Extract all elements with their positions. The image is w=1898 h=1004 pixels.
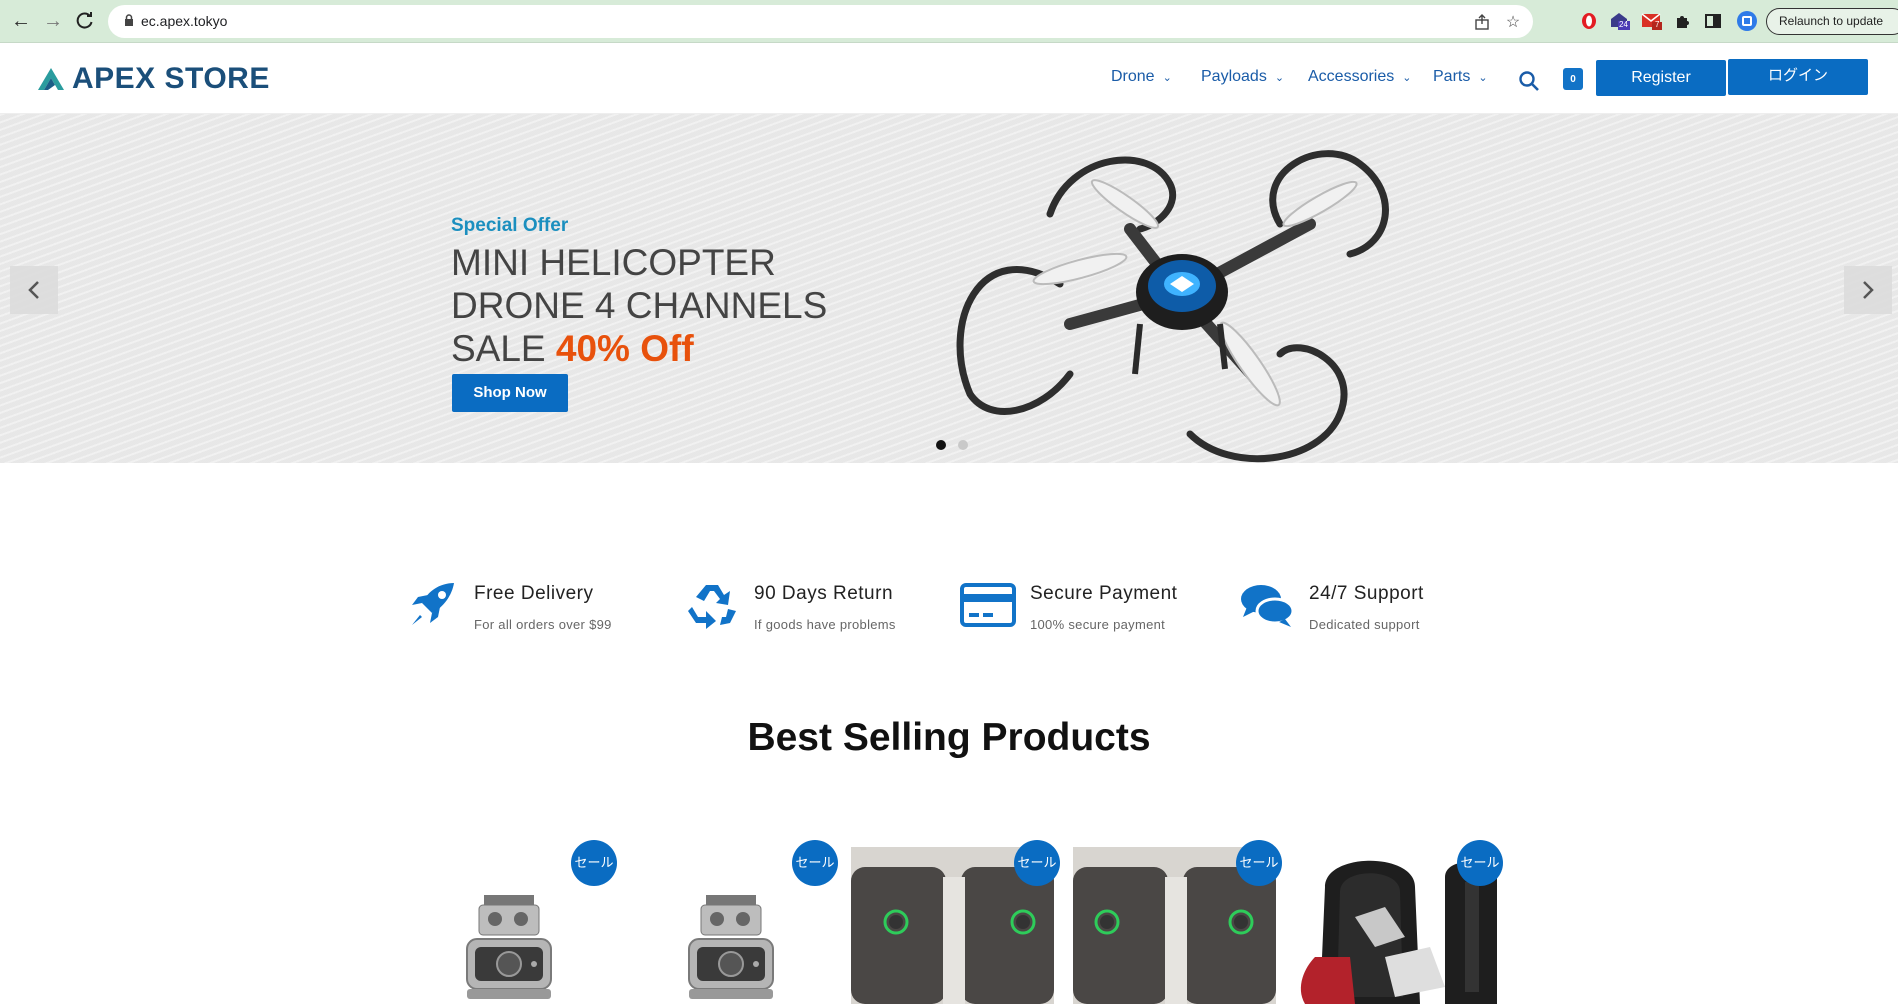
shop-now-button[interactable]: Shop Now xyxy=(452,374,568,412)
recycle-icon xyxy=(688,585,736,629)
share-icon[interactable] xyxy=(1472,12,1492,32)
puzzle-icon[interactable] xyxy=(1672,10,1694,32)
sale-badge: セール xyxy=(792,840,838,886)
feature-subtitle: For all orders over $99 xyxy=(474,617,612,632)
nav-accessories-label: Accessories xyxy=(1308,68,1395,85)
cart-count: 0 xyxy=(1570,74,1576,85)
sale-badge: セール xyxy=(1457,840,1503,886)
slider-prev-button[interactable] xyxy=(10,266,58,314)
apex-logo-icon xyxy=(38,68,64,90)
ext-badge-count: 24 xyxy=(1619,20,1628,29)
nav-parts-label: Parts xyxy=(1433,68,1471,85)
hero-title-line2: DRONE 4 CHANNELS xyxy=(451,285,828,326)
mail-extension-icon[interactable]: 7 xyxy=(1641,10,1663,32)
nav-accessories[interactable]: Accessories ⌄ xyxy=(1308,68,1411,86)
reload-icon[interactable] xyxy=(72,8,98,34)
hero-slider: Special Offer MINI HELICOPTER DRONE 4 CH… xyxy=(0,114,1898,463)
chevron-right-icon xyxy=(1863,281,1874,299)
address-bar[interactable]: ec.apex.tokyo ☆ xyxy=(108,5,1533,38)
slider-dot-2[interactable] xyxy=(958,440,968,450)
bookmark-star-icon[interactable]: ☆ xyxy=(1503,12,1523,32)
hero-discount: 40% Off xyxy=(555,328,694,369)
nav-payloads[interactable]: Payloads ⌄ xyxy=(1201,68,1284,86)
feature-subtitle: 100% secure payment xyxy=(1030,617,1166,632)
relaunch-button[interactable]: Relaunch to update xyxy=(1766,8,1898,35)
feature-title: 90 Days Return xyxy=(754,583,894,604)
nav-drone-label: Drone xyxy=(1111,68,1155,85)
mail-badge-count: 7 xyxy=(1655,20,1660,29)
feature-title: Secure Payment xyxy=(1030,583,1178,604)
best-selling-title: Best Selling Products xyxy=(747,716,1151,759)
drone-product-image xyxy=(956,150,1389,463)
browser-toolbar: ← → ec.apex.tokyo ☆ 24 7 Relaunch to upd… xyxy=(0,0,1898,43)
feature-subtitle: Dedicated support xyxy=(1309,617,1420,632)
nav-payloads-label: Payloads xyxy=(1201,68,1267,85)
profile-avatar-icon[interactable] xyxy=(1736,10,1758,32)
search-icon[interactable] xyxy=(1517,69,1541,93)
slider-dot-1[interactable] xyxy=(936,440,946,450)
login-button[interactable]: ログイン xyxy=(1728,59,1868,95)
feature-title: 24/7 Support xyxy=(1309,583,1424,604)
slider-dots xyxy=(936,440,968,450)
hero-title-line3: SALE 40% Off xyxy=(451,327,827,370)
hero-title: MINI HELICOPTER DRONE 4 CHANNELS SALE 40… xyxy=(451,241,827,370)
extension-badge-icon[interactable]: 24 xyxy=(1608,10,1630,32)
credit-card-icon xyxy=(960,583,1016,627)
chevron-down-icon: ⌄ xyxy=(1478,72,1488,84)
hero-title-line1: MINI HELICOPTER xyxy=(451,242,776,283)
chevron-down-icon: ⌄ xyxy=(1274,72,1285,84)
opera-extension-icon[interactable] xyxy=(1578,10,1600,32)
sale-badge: セール xyxy=(1236,840,1282,886)
store-logo[interactable]: APEX STORE xyxy=(36,62,270,96)
lock-icon xyxy=(125,14,133,26)
site-header: APEX STORE Drone ⌄ Payloads ⌄ Accessories ⌄… xyxy=(0,44,1898,114)
back-icon[interactable]: ← xyxy=(8,8,34,34)
feature-subtitle: If goods have problems xyxy=(754,617,896,632)
chevron-left-icon xyxy=(28,281,39,299)
sale-badge: セール xyxy=(571,840,617,886)
slider-next-button[interactable] xyxy=(1844,266,1892,314)
hero-eyebrow: Special Offer xyxy=(451,215,569,236)
chevron-down-icon: ⌄ xyxy=(1162,72,1172,84)
cart-icon[interactable]: 0 xyxy=(1563,68,1583,90)
logo-text: APEX STORE xyxy=(72,62,270,95)
register-button[interactable]: Register xyxy=(1596,60,1726,96)
sale-badge: セール xyxy=(1014,840,1060,886)
chevron-down-icon: ⌄ xyxy=(1402,72,1412,84)
nav-drone[interactable]: Drone ⌄ xyxy=(1111,68,1172,86)
url-text: ec.apex.tokyo xyxy=(141,13,228,29)
feature-title: Free Delivery xyxy=(474,583,594,604)
forward-icon[interactable]: → xyxy=(40,8,66,34)
rocket-icon xyxy=(412,583,454,625)
nav-parts[interactable]: Parts ⌄ xyxy=(1433,68,1488,86)
chat-icon xyxy=(1241,585,1295,627)
side-panel-icon[interactable] xyxy=(1702,10,1724,32)
hero-sale-prefix: SALE xyxy=(451,328,556,369)
